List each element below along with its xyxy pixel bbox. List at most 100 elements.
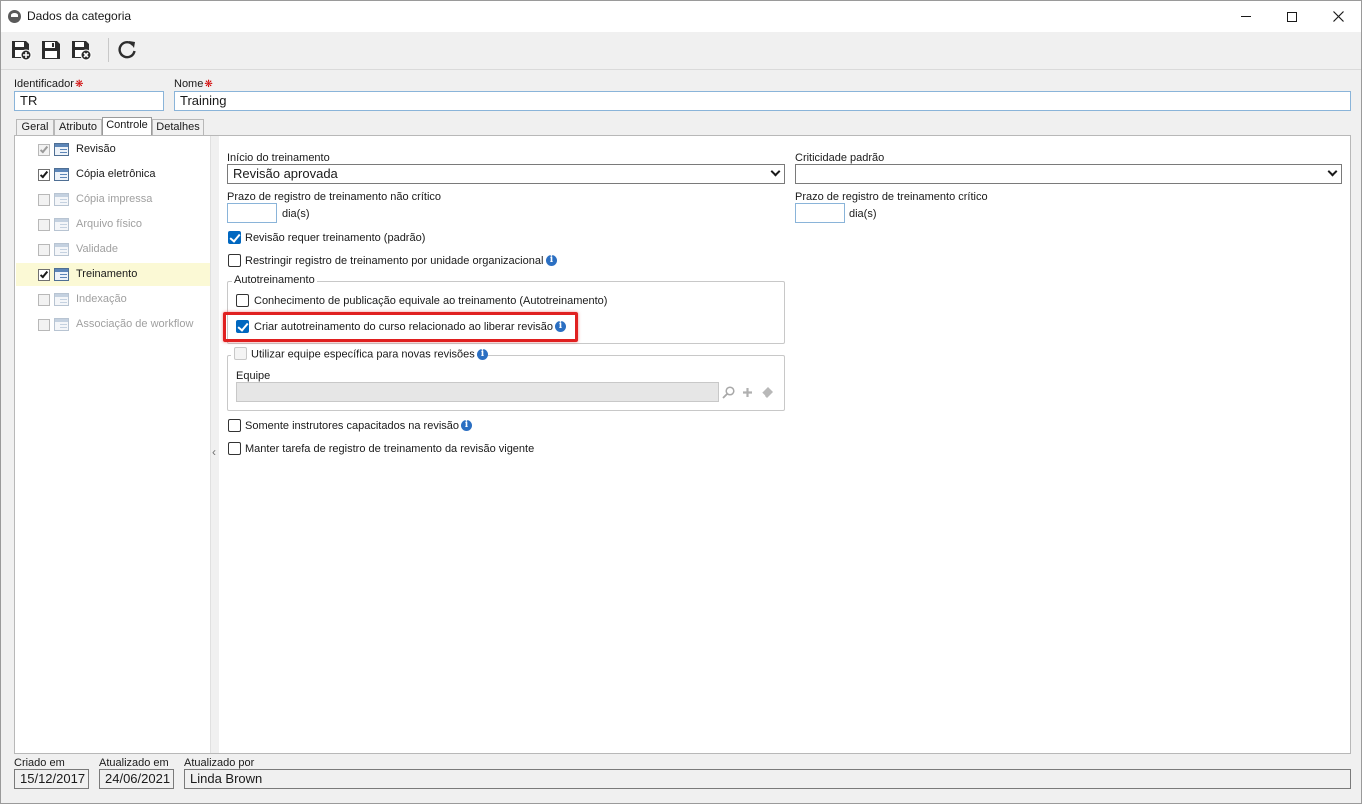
list-item-label: Cópia eletrônica: [76, 168, 156, 180]
form-icon: [54, 243, 69, 256]
form-icon: [54, 268, 69, 281]
chevron-down-icon: [1327, 166, 1338, 177]
critical-deadline-input[interactable]: [795, 203, 845, 223]
chevron-down-icon: [770, 166, 781, 177]
refresh-button[interactable]: [115, 38, 139, 62]
required-icon: ❋: [74, 79, 84, 90]
search-icon: [721, 385, 735, 399]
only-instructors-label: Somente instrutores capacitados na revis…: [245, 420, 460, 432]
revision-requires-checkbox[interactable]: [228, 231, 241, 244]
updated-by-label: Atualizado por: [184, 757, 255, 769]
close-icon: [1332, 11, 1344, 22]
list-item-label: Validade: [76, 243, 118, 255]
noncritical-deadline-label: Prazo de registro de treinamento não crí…: [227, 191, 442, 203]
save-icon: [42, 41, 60, 59]
toolbar-separator: [108, 38, 109, 62]
refresh-icon: [118, 40, 136, 59]
list-item-label: Revisão: [76, 143, 116, 155]
team-field[interactable]: [236, 382, 719, 402]
maximize-icon: [1287, 11, 1297, 22]
start-training-label: Início do treinamento: [227, 152, 330, 164]
form-icon: [54, 218, 69, 231]
checkbox[interactable]: [38, 144, 50, 156]
criticality-select[interactable]: [795, 164, 1342, 184]
list-item-copia-impressa[interactable]: Cópia impressa: [16, 188, 210, 211]
days-unit-label: dia(s): [849, 208, 877, 220]
list-item-label: Cópia impressa: [76, 193, 153, 205]
list-item-label: Treinamento: [76, 268, 138, 280]
team-group-label: Utilizar equipe específica para novas re…: [251, 348, 475, 361]
start-training-value: Revisão aprovada: [233, 166, 338, 181]
form-icon: [54, 143, 69, 156]
checkbox[interactable]: [38, 244, 50, 256]
info-icon[interactable]: i: [477, 349, 488, 360]
knowledge-equivalent-checkbox[interactable]: [236, 294, 249, 307]
list-item-label: Associação de workflow: [76, 318, 194, 330]
eraser-icon: [761, 386, 773, 398]
window-title: Dados da categoria: [27, 9, 132, 23]
form-icon: [54, 193, 69, 206]
self-training-group-title: Autotreinamento: [232, 274, 317, 286]
name-field[interactable]: Training: [174, 91, 1351, 111]
keep-task-checkbox[interactable]: [228, 442, 241, 455]
save-close-icon: [72, 41, 92, 61]
form-icon: [54, 293, 69, 306]
updated-by-field: Linda Brown: [184, 769, 1351, 789]
info-icon[interactable]: i: [461, 420, 472, 431]
save-close-button[interactable]: [69, 38, 93, 62]
tab-detalhes[interactable]: Detalhes: [152, 119, 204, 135]
checkbox[interactable]: [38, 319, 50, 331]
maximize-button[interactable]: [1269, 1, 1315, 32]
noncritical-deadline-input[interactable]: [227, 203, 277, 223]
required-icon: ❋: [204, 79, 213, 90]
checkbox[interactable]: [38, 269, 50, 281]
info-icon[interactable]: i: [546, 255, 557, 266]
close-button[interactable]: [1315, 1, 1361, 32]
restrict-org-unit-checkbox[interactable]: [228, 254, 241, 267]
list-item-treinamento[interactable]: Treinamento: [16, 263, 210, 286]
team-group-checkbox[interactable]: [234, 347, 247, 360]
identifier-field[interactable]: TR: [14, 91, 164, 111]
only-instructors-checkbox[interactable]: [228, 419, 241, 432]
list-item-copia-eletronica[interactable]: Cópia eletrônica: [16, 163, 210, 186]
plus-icon: [742, 387, 752, 397]
toolbar: [1, 32, 1361, 70]
list-item-arquivo-fisico[interactable]: Arquivo físico: [16, 213, 210, 236]
minimize-icon: [1241, 16, 1251, 17]
chevron-left-icon[interactable]: ‹: [212, 445, 216, 459]
list-item-associacao-workflow[interactable]: Associação de workflow: [16, 313, 210, 336]
updated-label: Atualizado em: [99, 757, 169, 769]
clear-button[interactable]: [759, 383, 775, 401]
category-data-window: Dados da categoria Identificador❋ TR Nom…: [0, 0, 1362, 804]
days-unit-label: dia(s): [282, 208, 310, 220]
tab-geral[interactable]: Geral: [16, 119, 54, 135]
list-item-indexacao[interactable]: Indexação: [16, 288, 210, 311]
tab-controle[interactable]: Controle: [102, 117, 152, 135]
globe-icon: [8, 10, 21, 23]
save-new-button[interactable]: [9, 38, 33, 62]
checkbox[interactable]: [38, 294, 50, 306]
team-label: Equipe: [236, 370, 271, 382]
updated-field: 24/06/2021: [99, 769, 174, 789]
controls-list: Revisão Cópia eletrônica Cópia impressa …: [16, 136, 210, 753]
checkbox[interactable]: [38, 194, 50, 206]
form-icon: [54, 318, 69, 331]
list-item-validade[interactable]: Validade: [16, 238, 210, 261]
search-button[interactable]: [720, 383, 736, 401]
list-item-revisao[interactable]: Revisão: [16, 138, 210, 161]
save-button[interactable]: [39, 38, 63, 62]
checkbox[interactable]: [38, 219, 50, 231]
team-group-title: Utilizar equipe específica para novas re…: [231, 347, 477, 361]
list-item-label: Arquivo físico: [76, 218, 143, 230]
form-icon: [54, 168, 69, 181]
minimize-button[interactable]: [1223, 1, 1269, 32]
identifier-label: Identificador❋: [14, 78, 84, 90]
tab-atributo[interactable]: Atributo: [54, 119, 102, 135]
save-new-icon: [12, 41, 32, 61]
start-training-select[interactable]: Revisão aprovada: [227, 164, 785, 184]
checkbox[interactable]: [38, 169, 50, 181]
knowledge-equivalent-label: Conhecimento de publicação equivale ao t…: [254, 295, 608, 307]
keep-task-label: Manter tarefa de registro de treinamento…: [245, 443, 535, 455]
restrict-org-unit-label: Restringir registro de treinamento por u…: [245, 255, 544, 267]
add-button[interactable]: [739, 383, 755, 401]
